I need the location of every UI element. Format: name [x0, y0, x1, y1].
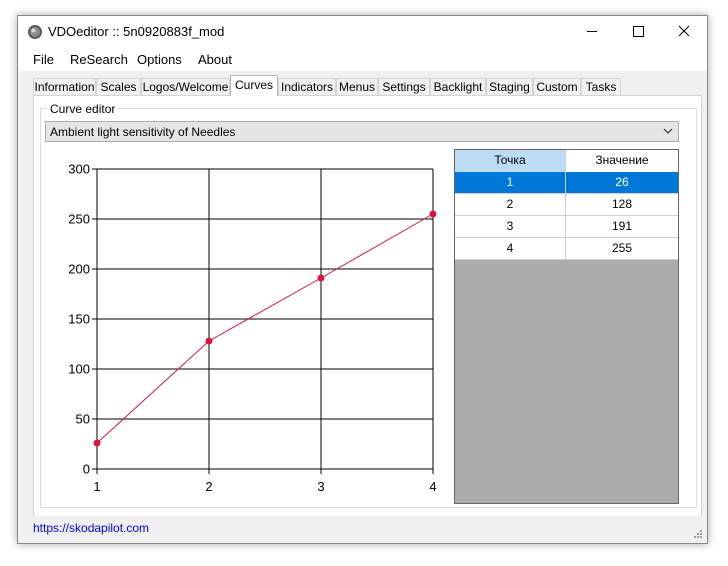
app-disc-icon [28, 25, 42, 39]
y-tick-label: 300 [68, 162, 90, 177]
menu-research[interactable]: ReSearch [70, 52, 128, 67]
column-header-point[interactable]: Точка [455, 150, 566, 172]
x-tick-label: 3 [317, 479, 324, 494]
title-bar[interactable]: VDOeditor :: 5n0920883f_mod [18, 16, 707, 47]
x-tick-label: 1 [93, 479, 100, 494]
x-axis-ticks: 1 2 3 4 [93, 479, 436, 494]
cell-value[interactable]: 128 [566, 194, 678, 216]
menu-about[interactable]: About [198, 52, 232, 67]
resize-grip-icon[interactable] [693, 529, 703, 539]
window-title: VDOeditor :: 5n0920883f_mod [48, 24, 225, 39]
y-tick-label: 200 [68, 262, 90, 277]
series-line [96, 213, 434, 444]
tab-indicators[interactable]: Indicators [278, 78, 336, 95]
x-tick-label: 4 [429, 479, 436, 494]
menu-bar: File ReSearch Options About [18, 47, 707, 71]
close-icon [678, 25, 690, 37]
tab-menus[interactable]: Menus [336, 78, 378, 95]
y-tick-label: 0 [83, 462, 90, 477]
data-point [317, 274, 325, 282]
cell-point[interactable]: 3 [455, 216, 566, 238]
data-point [93, 439, 101, 447]
tab-strip: Information Scales Logos/Welcome Curves … [18, 71, 707, 96]
cell-value[interactable]: 191 [566, 216, 678, 238]
maximize-button[interactable] [615, 16, 661, 47]
minimize-button[interactable] [569, 16, 615, 47]
data-point [429, 210, 437, 218]
cell-value[interactable]: 255 [566, 238, 678, 260]
y-tick-label: 250 [68, 212, 90, 227]
curve-editor-label: Curve editor [47, 102, 119, 116]
maximize-icon [633, 26, 644, 37]
tab-custom[interactable]: Custom [533, 78, 581, 95]
website-link[interactable]: https://skodapilot.com [33, 521, 149, 535]
menu-options[interactable]: Options [137, 52, 182, 67]
status-bar: https://skodapilot.com [18, 516, 707, 543]
close-button[interactable] [661, 16, 707, 47]
tab-logos-welcome[interactable]: Logos/Welcome [141, 78, 230, 95]
x-tick-label: 2 [205, 479, 212, 494]
cell-point[interactable]: 1 [455, 172, 566, 194]
minimize-icon [587, 31, 597, 32]
tab-staging[interactable]: Staging [486, 78, 533, 95]
y-axis-ticks: 0 50 100 150 200 250 300 [68, 162, 90, 477]
cell-point[interactable]: 2 [455, 194, 566, 216]
chevron-down-icon [663, 128, 673, 134]
y-tick-label: 100 [68, 362, 90, 377]
cell-value[interactable]: 26 [566, 172, 678, 194]
curve-chart[interactable]: 0 50 100 150 200 250 300 1 2 3 4 [50, 159, 450, 499]
chart-grid [92, 168, 434, 474]
curve-select[interactable]: Ambient light sensitivity of Needles [45, 121, 679, 142]
tab-curves[interactable]: Curves [230, 75, 278, 96]
tab-scales[interactable]: Scales [96, 78, 141, 95]
y-tick-label: 50 [76, 412, 90, 427]
data-point [205, 337, 213, 345]
curve-select-value: Ambient light sensitivity of Needles [50, 125, 236, 139]
tab-settings[interactable]: Settings [378, 78, 430, 95]
points-table[interactable]: Точка Значение 1 26 2 128 3 191 4 255 [454, 149, 679, 504]
menu-file[interactable]: File [33, 52, 54, 67]
tab-information[interactable]: Information [33, 78, 96, 95]
series-points [93, 210, 437, 447]
app-window: VDOeditor :: 5n0920883f_mod File ReSearc… [17, 15, 708, 544]
tab-backlight[interactable]: Backlight [430, 78, 486, 95]
tab-tasks[interactable]: Tasks [581, 78, 621, 95]
cell-point[interactable]: 4 [455, 238, 566, 260]
column-header-value[interactable]: Значение [566, 150, 678, 172]
y-tick-label: 150 [68, 312, 90, 327]
